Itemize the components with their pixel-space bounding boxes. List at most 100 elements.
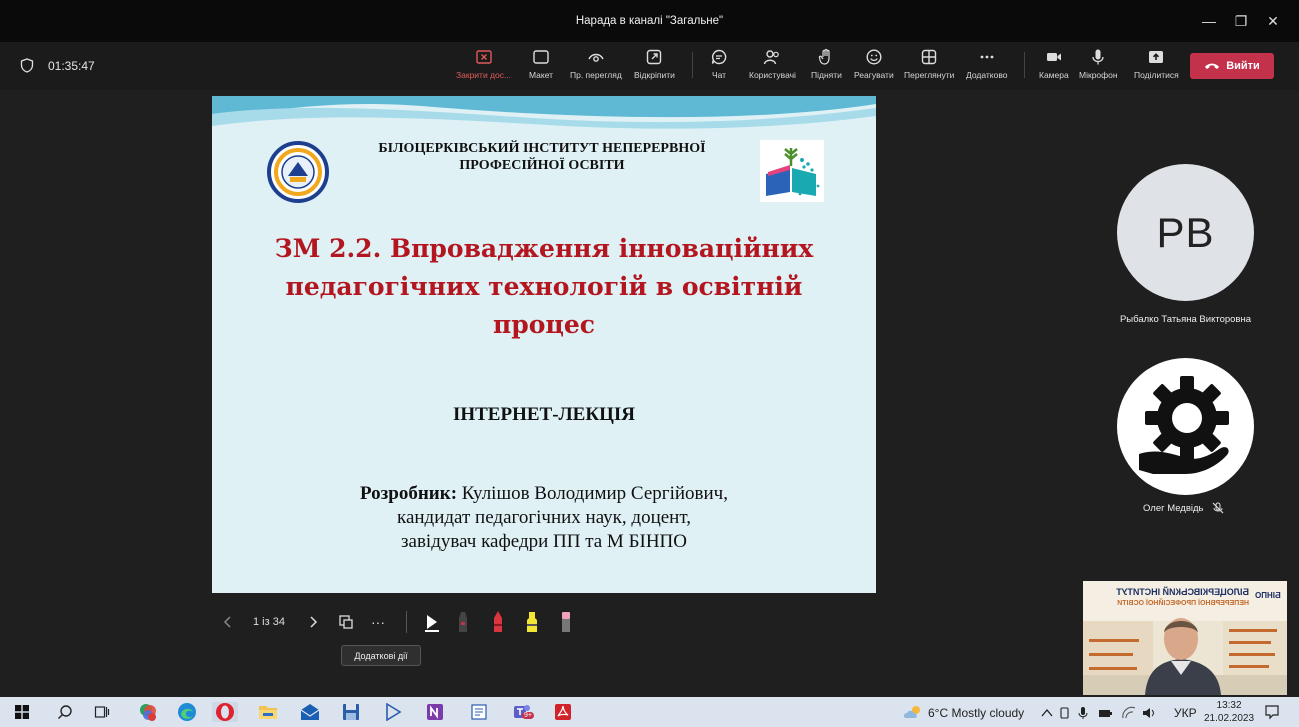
emoji-icon [866,49,882,65]
toolbar-divider [692,52,693,78]
weather-text[interactable]: 6°C Mostly cloudy [928,706,1024,720]
raise-hand-icon [819,48,831,65]
camera-button[interactable]: Камера [1039,48,1069,86]
leave-button[interactable]: Вийти [1190,53,1274,79]
author-title: кандидат педагогічних наук, доцент, [397,507,691,528]
taskbar-app-edge[interactable] [177,702,197,722]
notifications-button[interactable] [1262,702,1282,722]
window-title: Нарада в каналі "Загальне" [575,15,724,27]
taskbar-app-opera[interactable] [212,702,238,722]
slide-header-wave [212,96,876,129]
layout-button[interactable]: Макет [529,48,553,86]
controls-divider [406,611,407,633]
meeting-timer: 01:35:47 [20,58,95,73]
pen-red-tool[interactable] [490,611,506,633]
taskbar-app-mail[interactable] [300,702,320,722]
pen-black-tool[interactable] [455,611,471,633]
folder-icon [259,706,277,719]
taskbar-app-teams-chat[interactable] [138,702,158,722]
slide-counter: 1 із 34 [253,616,285,628]
chat-icon [711,49,727,65]
microphone-button[interactable]: Мікрофон [1079,48,1118,86]
avatar[interactable] [1117,358,1254,495]
taskbar-app-explorer[interactable] [258,702,278,722]
shared-slide: БІЛОЦЕРКІВСЬКИЙ ІНСТИТУТ НЕПЕРЕРВНОЇ ПРО… [212,96,876,593]
pdf-icon [555,704,571,720]
pointer-tool[interactable] [423,611,441,633]
stop-sharing-button[interactable]: Закрити дос... [456,48,511,86]
mail-icon [300,704,320,720]
institute-name: БІЛОЦЕРКІВСЬКИЙ ІНСТИТУТ НЕПЕРЕРВНОЇ ПРО… [378,141,706,173]
self-video[interactable]: БІЛОЦЕРКІВСЬКИЙ ІНСТИТУТ НЕПЕРЕРВНОЇ ПРО… [1083,581,1287,695]
participant-label: Олег Медвідь [1143,502,1224,514]
start-button[interactable] [12,702,32,722]
close-button[interactable]: ✕ [1258,9,1288,33]
slide-heading: ЗМ 2.2. Впровадження інноваційних педаго… [242,230,846,344]
tooltip: Додаткові дії [341,645,421,666]
people-icon [764,50,780,65]
participant-name: Рыбалко Татьяна Викторовна [1119,314,1252,325]
preview-button[interactable]: Пр. перегляд [570,48,622,86]
language-indicator[interactable]: УКР [1174,706,1197,720]
slide-grid-button[interactable] [338,611,354,633]
notification-badge: 9+ [522,712,534,719]
maximize-button[interactable]: ❐ [1226,9,1256,33]
system-tray-icons [1041,706,1154,719]
windows-icon [15,705,29,719]
search-button[interactable] [55,702,75,722]
more-slide-actions-button[interactable]: ··· [371,611,385,633]
tray-icons[interactable] [1041,706,1171,723]
taskbar-app-teams[interactable]: 9+ [512,702,534,722]
cloud-sun-icon [903,706,920,718]
eraser-tool[interactable] [558,611,574,633]
chevron-right-icon [310,616,318,628]
meeting-toolbar: 01:35:47 Закрити дос... Макет Пр. перегл… [0,42,1299,90]
heading-line: ЗМ 2.2. Впровадження інноваційних [274,234,814,263]
colorful-app-icon [140,704,156,721]
highlighter-tool[interactable] [524,611,540,633]
slide-subtitle: ІНТЕРНЕТ-ЛЕКЦІЯ [452,404,636,425]
laser-pointer-icon [425,615,439,632]
people-button[interactable]: Користувачі [749,48,796,86]
taskbar-app-media-player[interactable] [383,702,403,722]
title-bar: Нарада в каналі "Загальне" — ❐ ✕ [0,0,1299,42]
opera-icon [216,703,234,721]
raise-hand-button[interactable]: Підняти [811,48,842,86]
more-icon [980,55,994,59]
taskbar-app-notes[interactable] [469,702,489,722]
banner-line: НЕПЕРЕРВНОЇ ПРОФЕСІЙНОЇ ОСВІТИ [1117,600,1249,607]
clock[interactable]: 13:32 21.02.2023 [1204,699,1254,725]
institute-logo [267,141,329,203]
author-position: завідувач кафедри ПП та М БІНПО [401,531,687,552]
banner-line: БІЛОЦЕРКІВСЬКИЙ ІНСТИТУТ [1116,587,1249,597]
stop-share-icon [475,50,492,64]
task-view-button[interactable] [92,702,112,722]
pop-out-icon [647,49,662,65]
layout-icon [533,50,549,64]
share-button[interactable]: Поділитися [1134,48,1179,86]
author-name: Кулішов Володимир Сергійович, [457,483,728,504]
gear-hand-icon [1139,376,1229,474]
hang-up-icon [1205,63,1220,69]
prev-slide-button[interactable] [222,611,234,633]
eye-icon [588,53,604,62]
author-label: Розробник: [360,483,458,504]
taskbar-app-save[interactable] [341,702,361,722]
self-video-brand: БІНПО [1255,591,1281,600]
more-actions-button[interactable]: Додатково [966,48,1007,86]
microphone-icon [1092,49,1104,65]
view-button[interactable]: Переглянути [904,48,954,86]
taskbar-app-acrobat[interactable] [553,702,573,722]
next-slide-button[interactable] [307,611,319,633]
minimize-button[interactable]: — [1194,9,1224,33]
weather-icon [903,702,923,722]
mic-muted-icon [1212,502,1223,514]
pen-icon [459,612,467,632]
taskbar-app-onenote[interactable] [425,702,445,722]
binpo-logo [760,140,824,202]
chat-button[interactable]: Чат [710,48,728,86]
onenote-icon [427,704,443,720]
react-button[interactable]: Реагувати [854,48,894,86]
avatar[interactable]: РВ [1117,164,1254,301]
detach-button[interactable]: Відкріпити [634,48,675,86]
